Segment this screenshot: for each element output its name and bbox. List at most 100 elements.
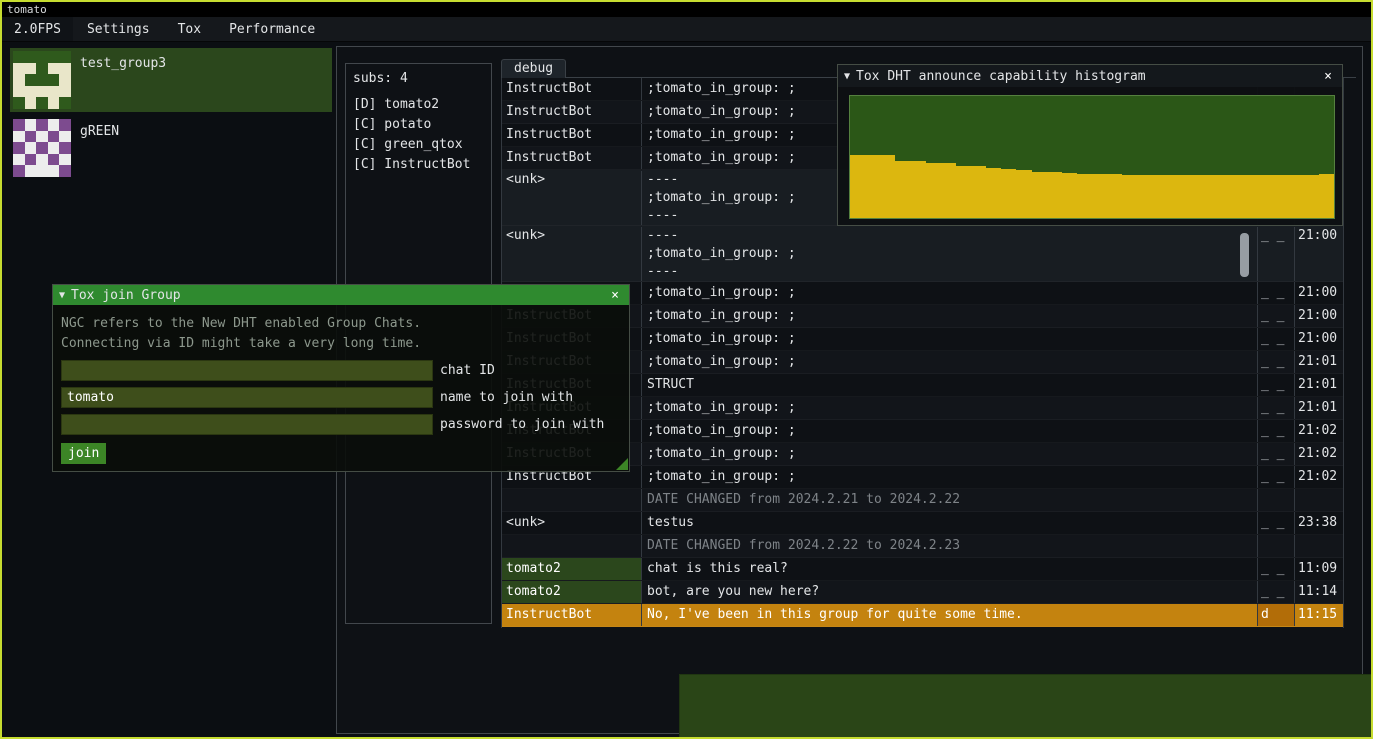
- histogram-bar: [926, 163, 941, 218]
- histogram-bar: [1122, 175, 1137, 218]
- date-separator-row[interactable]: DATE CHANGED from 2024.2.22 to 2024.2.23: [502, 535, 1343, 558]
- join-info-line: Connecting via ID might take a very long…: [61, 334, 621, 354]
- chat-id-input[interactable]: [61, 360, 433, 381]
- histogram-bar: [1213, 175, 1228, 218]
- join-group-window: ▼ Tox join Group × NGC refers to the New…: [52, 284, 630, 472]
- message-sender: InstructBot: [502, 604, 641, 626]
- group-name: test_group3: [80, 56, 166, 71]
- message-timestamp: 23:38: [1294, 512, 1343, 534]
- avatar-pixel: [13, 74, 25, 86]
- message-sender: tomato2: [502, 581, 641, 603]
- date-changed-text: DATE CHANGED from 2024.2.21 to 2024.2.22: [641, 489, 1257, 511]
- histogram-bar: [1077, 174, 1092, 218]
- avatar-pixel: [48, 142, 60, 154]
- join-button[interactable]: join: [61, 443, 106, 464]
- histogram-bar: [880, 155, 895, 218]
- window-title: tomato: [7, 3, 47, 16]
- app-window: tomato 2.0FPS Settings Tox Performance t…: [0, 0, 1373, 739]
- tab-debug[interactable]: debug: [501, 59, 566, 78]
- message-timestamp: 21:00: [1294, 328, 1343, 350]
- dht-histogram-title: Tox DHT announce capability histogram: [856, 69, 1314, 84]
- message-sender: <unk>: [502, 512, 641, 534]
- avatar-pixel: [48, 74, 60, 86]
- message-sender: <unk>: [502, 171, 641, 225]
- avatar-pixel: [25, 97, 37, 109]
- window-titlebar[interactable]: tomato: [2, 2, 1371, 17]
- avatar-pixel: [25, 165, 37, 177]
- avatar-pixel: [36, 74, 48, 86]
- group-name: gREEN: [80, 124, 119, 139]
- message-text: ;tomato_in_group: ;: [641, 305, 1257, 327]
- resize-grip[interactable]: [616, 458, 628, 470]
- avatar-pixel: [13, 97, 25, 109]
- close-icon[interactable]: ×: [1320, 69, 1336, 84]
- join-field-label: chat ID: [440, 363, 495, 378]
- message-text: testus: [641, 512, 1257, 534]
- avatar-pixel: [13, 63, 25, 75]
- join-field-row: password to join with: [61, 414, 621, 435]
- group-item-gREEN[interactable]: gREEN: [10, 116, 332, 180]
- subs-member-item[interactable]: [C] green_qtox: [353, 135, 484, 155]
- histogram-bar: [1107, 174, 1122, 218]
- subs-member-item[interactable]: [C] potato: [353, 115, 484, 135]
- message-text: ;tomato_in_group: ;: [641, 443, 1257, 465]
- message-status-flags: [1257, 489, 1294, 511]
- date-separator-row[interactable]: DATE CHANGED from 2024.2.21 to 2024.2.22: [502, 489, 1343, 512]
- dht-histogram-titlebar[interactable]: ▼ Tox DHT announce capability histogram …: [838, 65, 1342, 87]
- subs-count: subs: 4: [353, 69, 484, 89]
- histogram-bar: [1258, 175, 1273, 218]
- histogram-bar: [865, 155, 880, 218]
- avatar-pixel: [59, 74, 71, 86]
- message-sender: InstructBot: [502, 124, 641, 146]
- menu-item-performance[interactable]: Performance: [215, 17, 329, 41]
- subs-member-item[interactable]: [D] tomato2: [353, 95, 484, 115]
- close-icon[interactable]: ×: [607, 288, 623, 303]
- avatar-pixel: [13, 154, 25, 166]
- chat-message-row[interactable]: tomato2chat is this real?_ _11:09: [502, 558, 1343, 581]
- message-timestamp: [1294, 489, 1343, 511]
- join-name-input[interactable]: tomato: [61, 387, 433, 408]
- avatar-pixel: [48, 86, 60, 98]
- message-timestamp: 21:02: [1294, 443, 1343, 465]
- message-text: No, I've been in this group for quite so…: [641, 604, 1257, 626]
- chat-scrollbar-thumb[interactable]: [1240, 233, 1249, 277]
- message-sender: InstructBot: [502, 147, 641, 169]
- chat-message-row[interactable]: <unk>---- ;tomato_in_group: ; ----_ _21:…: [502, 226, 1343, 282]
- dht-histogram-window: ▼ Tox DHT announce capability histogram …: [837, 64, 1343, 226]
- message-sender: [502, 535, 641, 557]
- avatar-pixel: [48, 165, 60, 177]
- message-input[interactable]: [679, 674, 1373, 739]
- group-item-test_group3[interactable]: test_group3: [10, 48, 332, 112]
- join-group-body: NGC refers to the New DHT enabled Group …: [53, 305, 629, 473]
- message-text: ;tomato_in_group: ;: [641, 328, 1257, 350]
- histogram-bar: [1062, 173, 1077, 218]
- join-group-title: Tox join Group: [71, 288, 601, 303]
- collapse-arrow-icon[interactable]: ▼: [844, 71, 850, 82]
- avatar-pixel: [48, 131, 60, 143]
- subs-member-item[interactable]: [C] InstructBot: [353, 155, 484, 175]
- collapse-arrow-icon[interactable]: ▼: [59, 290, 65, 301]
- menu-item-tox[interactable]: Tox: [164, 17, 215, 41]
- avatar-pixel: [59, 142, 71, 154]
- join-group-titlebar[interactable]: ▼ Tox join Group ×: [53, 285, 629, 305]
- message-text: STRUCT: [641, 374, 1257, 396]
- histogram-bar: [941, 163, 956, 218]
- chat-message-row[interactable]: <unk>testus_ _23:38: [502, 512, 1343, 535]
- avatar-pixel: [25, 51, 37, 63]
- message-timestamp: [1294, 535, 1343, 557]
- menu-bar: 2.0FPS Settings Tox Performance: [2, 17, 1371, 42]
- message-text: ;tomato_in_group: ;: [641, 466, 1257, 488]
- message-sender: InstructBot: [502, 101, 641, 123]
- chat-message-row[interactable]: InstructBotNo, I've been in this group f…: [502, 604, 1343, 627]
- join-info-line: NGC refers to the New DHT enabled Group …: [61, 314, 621, 334]
- avatar-pixel: [36, 165, 48, 177]
- message-timestamp: 21:01: [1294, 374, 1343, 396]
- avatar-pixel: [36, 142, 48, 154]
- chat-message-row[interactable]: tomato2bot, are you new here?_ _11:14: [502, 581, 1343, 604]
- message-status-flags: _ _: [1257, 227, 1294, 281]
- avatar-pixel: [25, 74, 37, 86]
- join-password-input[interactable]: [61, 414, 433, 435]
- menu-item-settings[interactable]: Settings: [73, 17, 164, 41]
- message-status-flags: _ _: [1257, 581, 1294, 603]
- message-status-flags: _ _: [1257, 443, 1294, 465]
